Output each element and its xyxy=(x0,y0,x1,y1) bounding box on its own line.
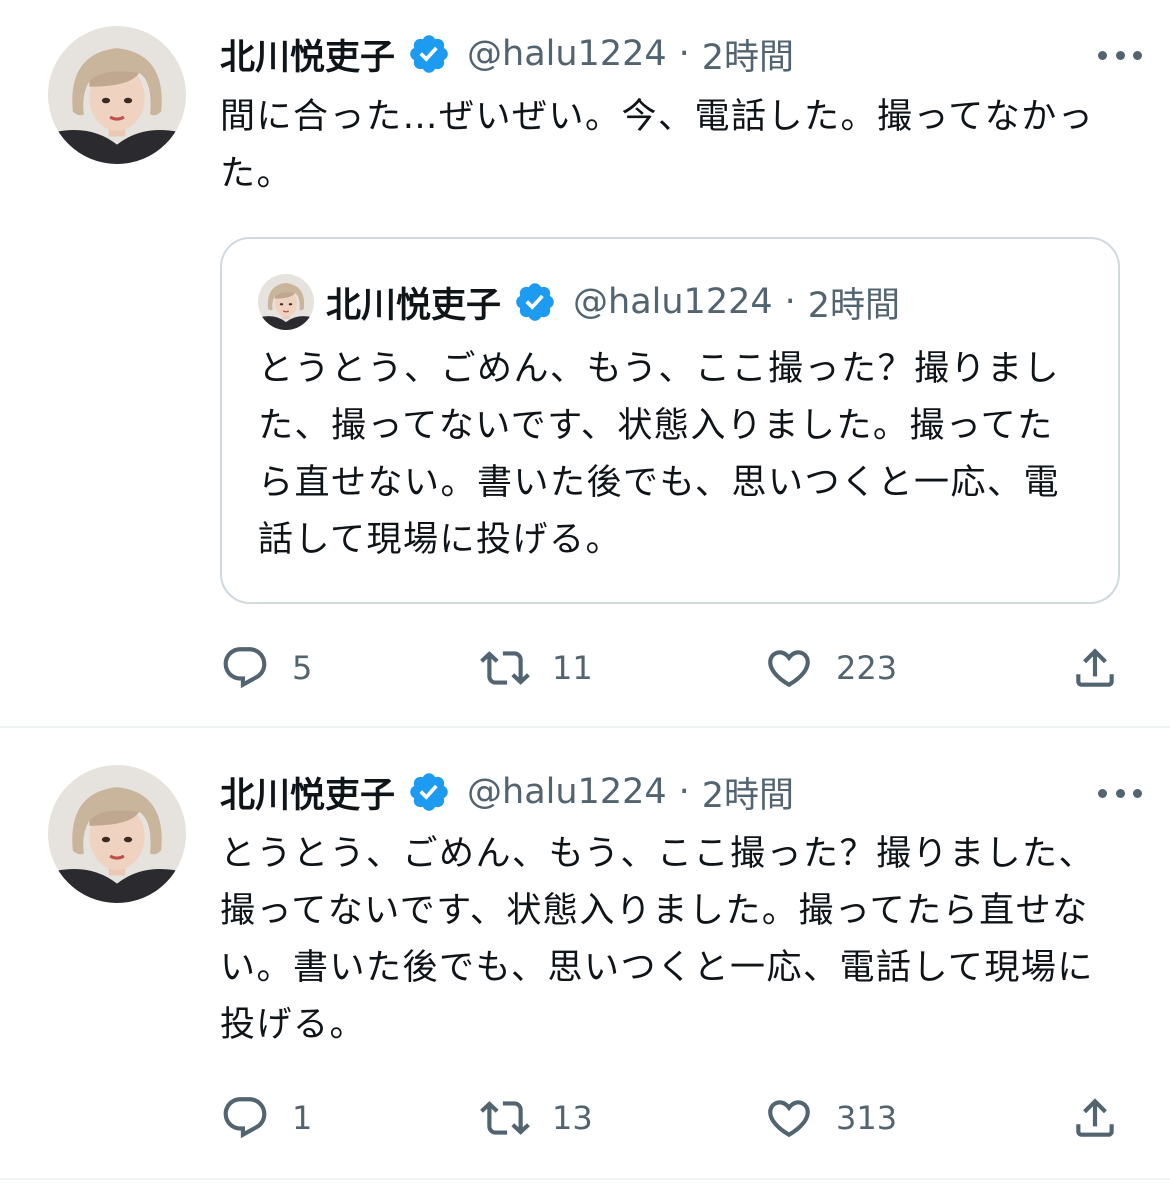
reply-button[interactable]: 5 xyxy=(220,641,312,695)
timestamp[interactable]: 2時間 xyxy=(702,29,794,80)
reply-count: 5 xyxy=(292,649,313,687)
quoted-tweet-header: 北川悦吏子 @halu1224 · 2時間 xyxy=(326,275,900,329)
action-bar: 5 11 223 xyxy=(220,641,1120,695)
retweet-count: 13 xyxy=(552,1099,593,1137)
retweet-button[interactable]: 11 xyxy=(480,641,593,695)
like-count: 313 xyxy=(836,1099,898,1137)
author-name[interactable]: 北川悦吏子 xyxy=(220,767,395,818)
verified-badge-icon xyxy=(407,770,451,814)
author-name: 北川悦吏子 xyxy=(326,285,502,326)
retweet-count: 11 xyxy=(552,649,593,687)
tweet-header: 北川悦吏子 @halu1224 · 2時間 xyxy=(220,765,794,819)
tweet[interactable]: 北川悦吏子 @halu1224 · 2時間 間に合った…ぜいぜい。今、電話した。… xyxy=(0,0,1170,730)
separator-dot: · xyxy=(678,34,690,74)
avatar[interactable] xyxy=(48,26,186,164)
like-button[interactable]: 313 xyxy=(764,1091,897,1145)
author-handle[interactable]: @halu1224 xyxy=(467,772,667,812)
avatar xyxy=(258,274,314,330)
separator-dot: · xyxy=(784,282,796,322)
retweet-icon xyxy=(480,1101,530,1135)
action-bar: 1 13 313 xyxy=(220,1091,1120,1145)
author-handle[interactable]: @halu1224 xyxy=(467,34,667,74)
reply-icon xyxy=(223,647,267,689)
reply-icon xyxy=(223,1097,267,1139)
separator-dot: · xyxy=(678,772,690,812)
tweet-header: 北川悦吏子 @halu1224 · 2時間 xyxy=(220,27,794,81)
more-horizontal-icon[interactable] xyxy=(1098,783,1142,803)
divider xyxy=(0,726,1170,728)
timestamp[interactable]: 2時間 xyxy=(702,767,794,818)
tweet-text: とうとう、ごめん、もう、ここ撮った？撮りました、撮ってないです、状態入りました。… xyxy=(220,834,1095,1045)
heart-icon xyxy=(768,650,810,688)
like-count: 223 xyxy=(836,649,898,687)
tweet-text: 間に合った…ぜいぜい。今、電話した。撮ってなかった。 xyxy=(220,97,1095,194)
author-handle: @halu1224 xyxy=(573,282,773,322)
retweet-icon xyxy=(480,651,530,685)
share-icon xyxy=(1076,648,1114,687)
quoted-tweet-text: とうとう、ごめん、もう、ここ撮った？撮りました、撮ってないです、状態入りました。… xyxy=(258,349,1060,560)
divider xyxy=(0,1178,1170,1180)
quoted-tweet[interactable]: 北川悦吏子 @halu1224 · 2時間 とうとう、ごめん、もう、ここ撮った？… xyxy=(220,237,1120,604)
more-horizontal-icon[interactable] xyxy=(1098,45,1142,65)
reply-count: 1 xyxy=(292,1099,313,1137)
share-button[interactable] xyxy=(1070,641,1120,695)
verified-badge-icon xyxy=(407,32,451,76)
like-button[interactable]: 223 xyxy=(764,641,897,695)
verified-badge-icon xyxy=(513,280,557,324)
retweet-button[interactable]: 13 xyxy=(480,1091,593,1145)
reply-button[interactable]: 1 xyxy=(220,1091,312,1145)
heart-icon xyxy=(768,1100,810,1138)
tweet[interactable]: 北川悦吏子 @halu1224 · 2時間 とうとう、ごめん、もう、ここ撮った？… xyxy=(0,730,1170,1180)
share-icon xyxy=(1076,1098,1114,1137)
timestamp: 2時間 xyxy=(807,285,901,326)
avatar[interactable] xyxy=(48,765,186,903)
author-name[interactable]: 北川悦吏子 xyxy=(220,29,395,80)
share-button[interactable] xyxy=(1070,1091,1120,1145)
